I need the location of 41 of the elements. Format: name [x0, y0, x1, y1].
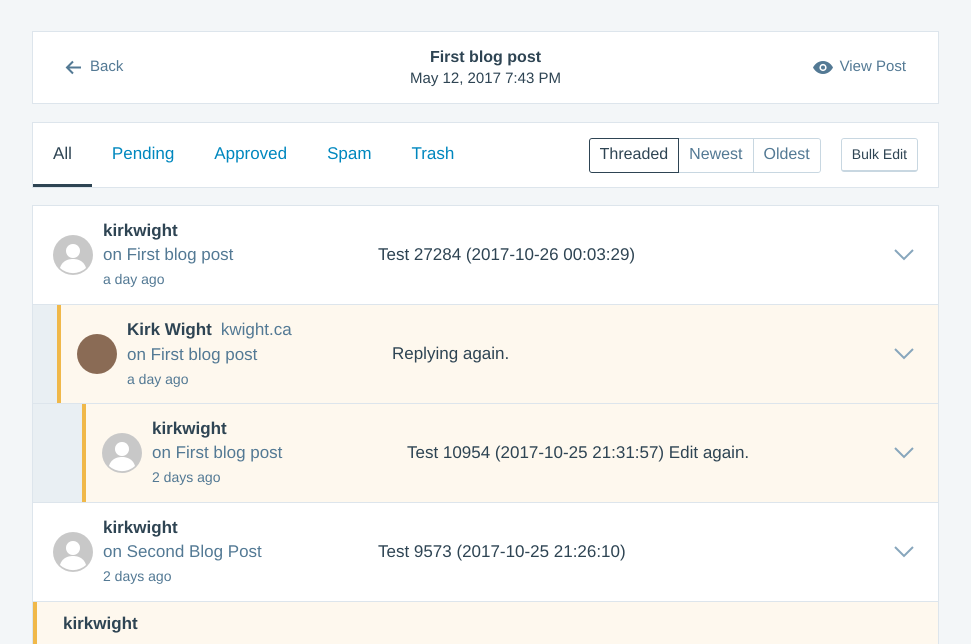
- comment-time: 2 days ago: [152, 468, 222, 487]
- chevron-down-icon[interactable]: [894, 348, 914, 360]
- default-avatar-icon: [53, 235, 93, 275]
- chevron-down-icon[interactable]: [894, 447, 914, 459]
- comment-time: a day ago: [103, 270, 166, 289]
- back-link[interactable]: Back: [65, 56, 215, 79]
- author-site-link[interactable]: kwight.ca: [220, 317, 292, 343]
- post-link[interactable]: on First blog post: [127, 342, 392, 367]
- default-avatar-icon: [53, 532, 93, 572]
- comment-author[interactable]: kirkwight: [103, 516, 178, 540]
- post-date: May 12, 2017 7:43 PM: [410, 68, 561, 88]
- post-title: First blog post: [430, 48, 542, 68]
- sort-option[interactable]: Oldest: [752, 138, 821, 172]
- sort-option[interactable]: Threaded: [588, 138, 680, 172]
- comment-text: Replying again.: [392, 344, 510, 363]
- back-arrow-icon: [65, 60, 82, 75]
- post-link[interactable]: on Second Blog Post: [103, 540, 378, 564]
- chevron-down-icon[interactable]: [894, 546, 914, 558]
- filter-tab[interactable]: All: [33, 123, 92, 187]
- post-link[interactable]: on First blog post: [103, 243, 378, 267]
- bulk-edit-button[interactable]: Bulk Edit: [840, 138, 918, 172]
- filter-tab[interactable]: Pending: [92, 123, 194, 187]
- comment-text: Test 10954 (2017-10-25 21:31:57) Edit again.: [407, 443, 750, 462]
- avatar-photo-placeholder: [77, 334, 117, 374]
- comment-text: Test 9573 (2017-10-25 21:26:10): [378, 542, 626, 561]
- chevron-down-icon[interactable]: [894, 249, 914, 261]
- post-link[interactable]: on First blog post: [152, 441, 407, 465]
- eye-icon: [812, 61, 833, 74]
- default-avatar-icon: [102, 433, 142, 473]
- comment-text: Test 27284 (2017-10-26 00:03:29): [378, 245, 636, 264]
- comment-time: a day ago: [127, 370, 190, 389]
- comment-author[interactable]: kirkwight: [103, 219, 178, 243]
- comment-author[interactable]: kirkwight: [63, 612, 138, 636]
- view-post-link[interactable]: View Post: [756, 56, 906, 79]
- comment-time: 2 days ago: [103, 567, 172, 586]
- filter-tab[interactable]: Spam: [307, 123, 392, 187]
- sort-option[interactable]: Newest: [678, 138, 754, 172]
- filter-tab[interactable]: Trash: [392, 123, 474, 187]
- comment-author[interactable]: kirkwight: [152, 417, 227, 441]
- filter-tab[interactable]: Approved: [194, 123, 308, 187]
- comment-author[interactable]: Kirk Wight: [127, 318, 212, 342]
